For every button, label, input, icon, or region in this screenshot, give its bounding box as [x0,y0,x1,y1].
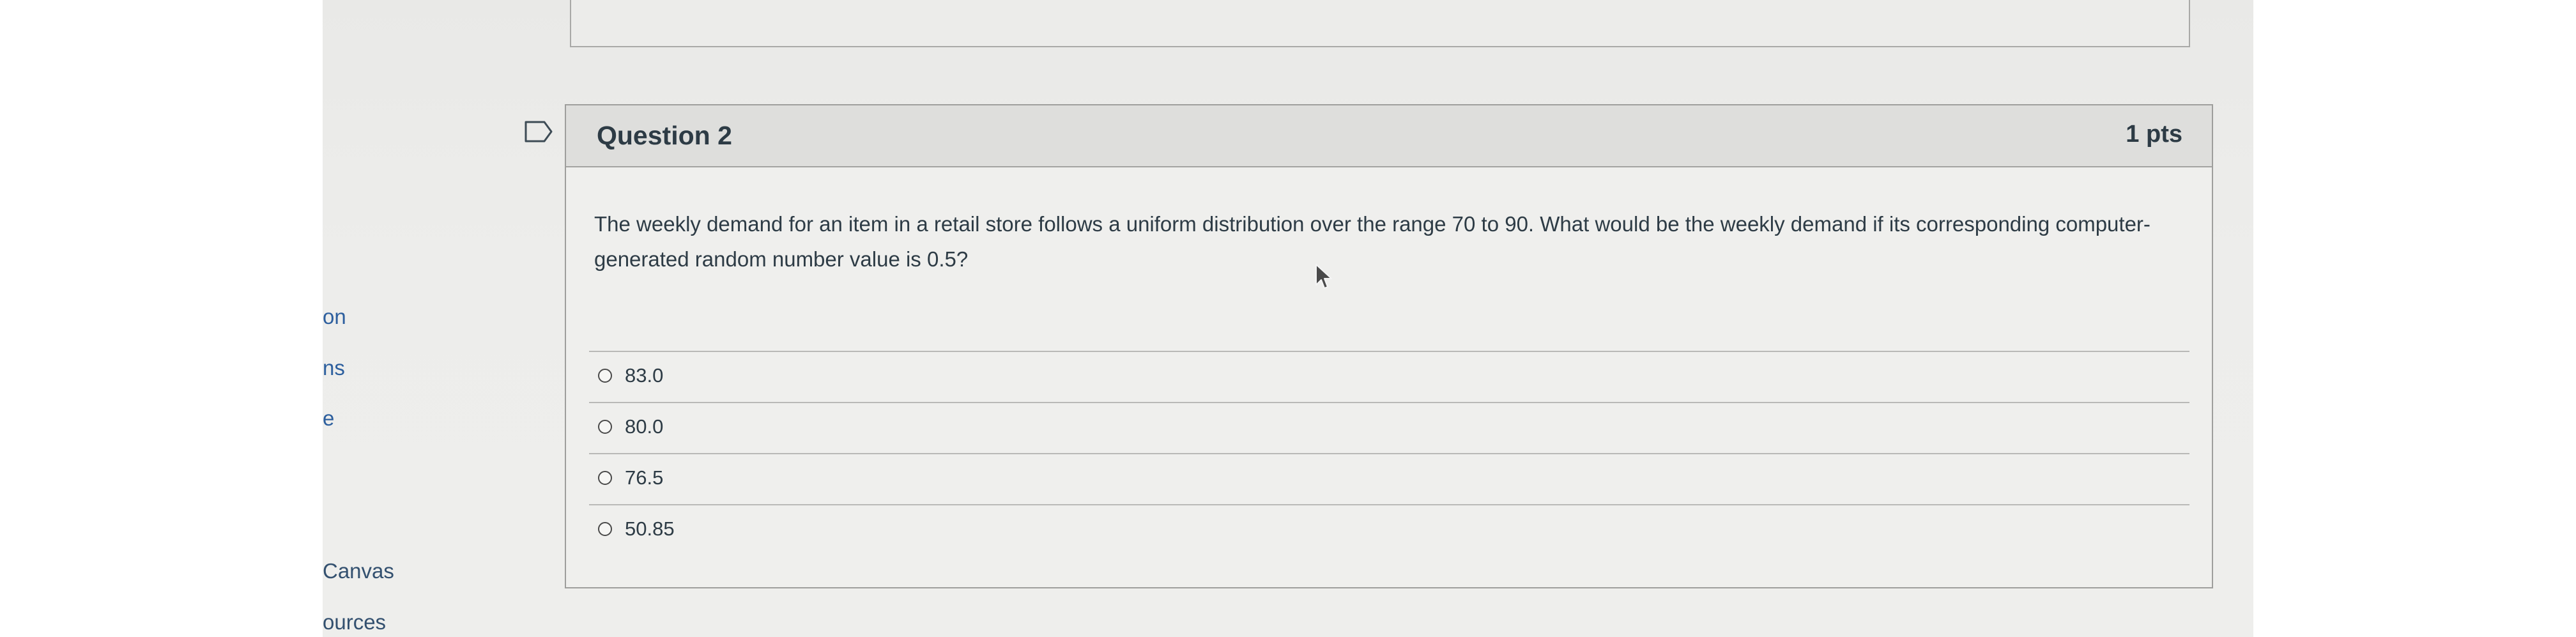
nav-item-truncated-2[interactable]: ns [323,356,345,380]
nav-item-truncated-1[interactable]: on [323,305,346,329]
nav-item-truncated-3[interactable]: e [323,406,334,431]
radio-unchecked-icon[interactable] [598,471,612,485]
radio-unchecked-icon[interactable] [598,369,612,383]
answer-label: 50.85 [625,518,675,540]
answer-option[interactable]: 50.85 [589,504,2189,555]
course-navigation: on ns e Canvas ources [323,0,450,637]
flag-outline-icon[interactable] [524,120,553,143]
answer-label: 83.0 [625,364,664,387]
answer-label: 80.0 [625,415,664,438]
question-points: 1 pts [2126,121,2182,148]
question-card: Question 2 1 pts The weekly demand for a… [565,104,2213,588]
question-title: Question 2 [597,121,732,150]
answer-list: 83.0 80.0 76.5 50.85 [589,351,2189,555]
radio-unchecked-icon[interactable] [598,420,612,434]
question-text: The weekly demand for an item in a retai… [594,212,2150,271]
mouse-pointer-icon [1315,263,1333,290]
answer-option[interactable]: 83.0 [589,351,2189,402]
question-header: Question 2 1 pts [566,105,2212,167]
previous-question-card [570,0,2190,47]
nav-item-resources[interactable]: ources [323,610,386,634]
answer-option[interactable]: 80.0 [589,402,2189,453]
radio-unchecked-icon[interactable] [598,522,612,536]
nav-item-canvas[interactable]: Canvas [323,559,394,583]
answer-label: 76.5 [625,466,664,489]
answer-option[interactable]: 76.5 [589,453,2189,504]
